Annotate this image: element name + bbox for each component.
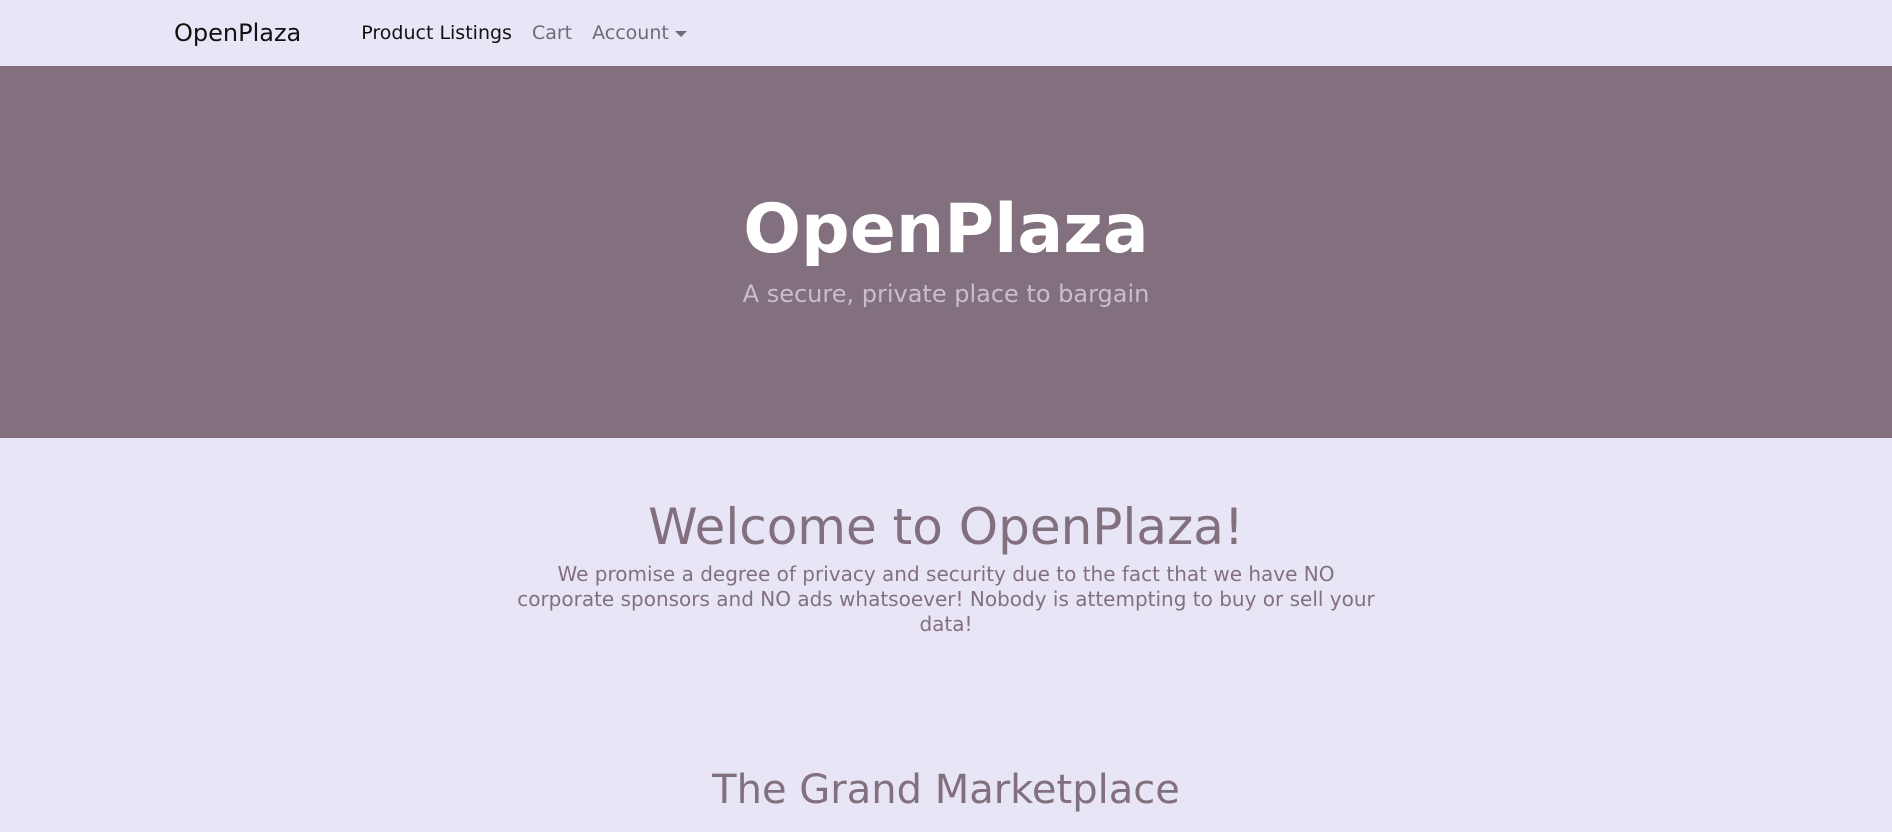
welcome-text: We promise a degree of privacy and secur… [517,562,1375,636]
nav-product-listings[interactable]: Product Listings [361,22,512,44]
nav-account-label: Account [592,22,669,44]
caret-down-icon [674,30,687,37]
top-navbar: OpenPlaza Product Listings Cart Account [0,0,1892,66]
nav-account-dropdown[interactable]: Account [592,22,687,44]
hero-banner: OpenPlaza A secure, private place to bar… [0,66,1892,438]
hero-title: OpenPlaza [743,190,1149,269]
brand-link[interactable]: OpenPlaza [174,19,301,47]
marketplace-heading: The Grand Marketplace [712,767,1180,813]
hero-subtitle: A secure, private place to bargain [742,280,1150,308]
nav-cart[interactable]: Cart [532,22,572,44]
nav-links: Product Listings Cart Account [361,22,687,44]
welcome-heading: Welcome to OpenPlaza! [648,498,1244,556]
main-content: Welcome to OpenPlaza! We promise a degre… [0,498,1892,813]
